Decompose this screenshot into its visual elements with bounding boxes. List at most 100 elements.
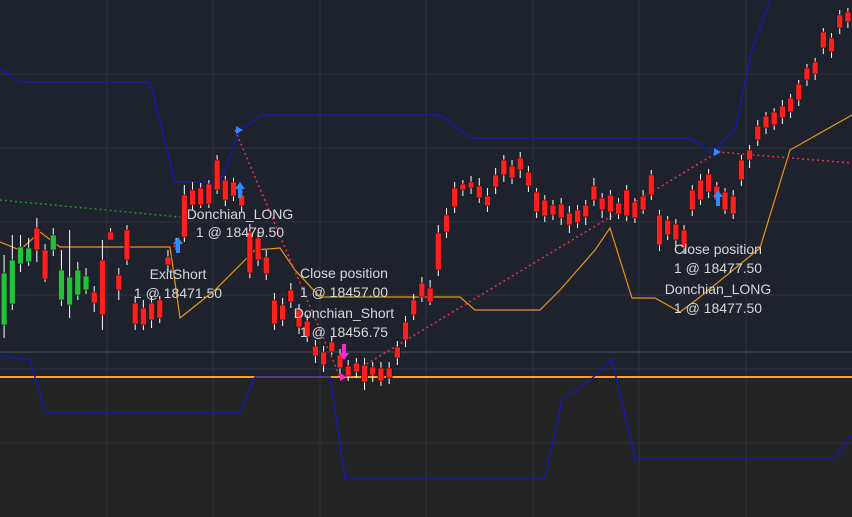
- candle-body-down: [467, 181, 475, 189]
- candle: [623, 185, 630, 221]
- candle-body-down: [435, 232, 442, 271]
- candle: [721, 188, 729, 214]
- candle-body-down: [344, 365, 352, 377]
- candle-body-up: [74, 269, 82, 296]
- candle-body-down: [115, 274, 123, 291]
- candle-body-down: [705, 173, 712, 193]
- annotation-label: Donchian_LONG: [187, 206, 294, 222]
- candle-body-down: [205, 183, 213, 205]
- candle-body-down: [811, 61, 819, 75]
- candle-body-down: [607, 194, 614, 213]
- candle-body-down: [541, 199, 549, 217]
- candle-body-down: [492, 174, 499, 188]
- candle: [205, 180, 213, 208]
- candle-body-down: [754, 125, 762, 141]
- candle-body-down: [385, 367, 393, 379]
- candle: [213, 155, 221, 194]
- candle-body-down: [222, 179, 229, 201]
- candle-body-up: [82, 275, 90, 291]
- candle-body-down: [148, 302, 155, 321]
- candle-body-down: [648, 174, 655, 196]
- candle-body-down: [459, 183, 467, 191]
- candle-body-down: [418, 282, 426, 298]
- candle-body-down: [320, 351, 327, 366]
- candle-body-up: [9, 259, 16, 305]
- candle-body-down: [279, 304, 286, 321]
- candle-body-down: [779, 105, 786, 119]
- candle-body-down: [631, 201, 639, 219]
- candle-body-down: [795, 83, 802, 101]
- annotation-label: ExitShort: [150, 266, 207, 282]
- candle-body-down: [140, 307, 147, 326]
- candle-body-up: [0, 272, 8, 326]
- annotation-price: 1 @ 18471.50: [134, 285, 222, 301]
- candle-body-down: [41, 249, 49, 280]
- candle-body-down: [426, 287, 434, 303]
- candle-body-down: [639, 195, 647, 211]
- annotation-label: Donchian_LONG: [665, 281, 772, 297]
- candle-body-up: [58, 269, 65, 301]
- candle-body-down: [508, 165, 516, 179]
- annotation-price: 1 @ 18457.00: [300, 284, 388, 300]
- candle-body-down: [476, 185, 483, 199]
- annotation-label: Donchian_Short: [294, 305, 395, 321]
- candle-body-down: [377, 367, 385, 382]
- candle-body-down: [729, 195, 737, 215]
- candle-body-down: [500, 159, 508, 176]
- candle-body-down: [549, 204, 557, 216]
- candle-body-down: [721, 191, 729, 211]
- candle-body-down: [615, 202, 622, 215]
- candle-body-down: [263, 256, 270, 275]
- candle-body-down: [746, 149, 753, 161]
- candle-body-down: [394, 346, 401, 359]
- candle-body-down: [738, 159, 745, 181]
- candle-body-down: [566, 212, 573, 226]
- candle-body-down: [533, 191, 540, 213]
- candle-body-down: [361, 364, 368, 383]
- candle-body-down: [164, 256, 172, 266]
- candle-body-down: [156, 299, 163, 319]
- candle-body-down: [213, 159, 221, 191]
- annotation-price: 1 @ 18479.50: [196, 224, 284, 240]
- candle-body-down: [99, 259, 106, 316]
- candle-body-down: [271, 299, 278, 325]
- candle-body-down: [623, 189, 630, 217]
- candle-body-down: [582, 204, 589, 218]
- candle-body-down: [697, 179, 704, 201]
- candle-body-down: [33, 227, 41, 251]
- candle-body-down: [107, 231, 114, 241]
- candle-body-up: [17, 246, 24, 265]
- candle: [123, 225, 131, 265]
- candle: [656, 210, 663, 251]
- candle-body-down: [443, 214, 450, 233]
- candle-body-down: [598, 197, 606, 211]
- candle-body-down: [557, 203, 565, 219]
- candle-body-down: [189, 189, 196, 206]
- candle-body-down: [123, 229, 131, 261]
- candle-body-down: [664, 219, 671, 236]
- annotation-label: Close position: [300, 265, 388, 281]
- candle-body-down: [762, 115, 770, 129]
- candle-body-down: [484, 195, 491, 207]
- candle-body-down: [590, 185, 598, 201]
- candle-body-down: [656, 214, 663, 246]
- candle-body-down: [844, 11, 852, 23]
- candle-body-down: [254, 237, 262, 261]
- candle-body-down: [820, 31, 827, 49]
- candle-body-down: [402, 321, 409, 341]
- candle-body-down: [131, 302, 139, 325]
- candle-body-down: [369, 366, 376, 376]
- candle-body-down: [836, 14, 843, 29]
- price-chart[interactable]: ExitShort 1 @ 18471.50 Donchian_LONG 1 @…: [0, 0, 852, 517]
- candle-body-down: [525, 171, 532, 187]
- annotation-price: 1 @ 18477.50: [674, 300, 762, 316]
- candle-body-down: [689, 189, 696, 211]
- candle-body-down: [828, 37, 835, 53]
- candle-body-down: [787, 97, 794, 113]
- candle-body-down: [287, 289, 295, 303]
- candle-body-down: [516, 157, 524, 171]
- candle-body-down: [770, 111, 778, 126]
- candle-body-up: [50, 234, 57, 251]
- candle-body-down: [410, 299, 417, 316]
- annotation-price: 1 @ 18456.75: [300, 324, 388, 340]
